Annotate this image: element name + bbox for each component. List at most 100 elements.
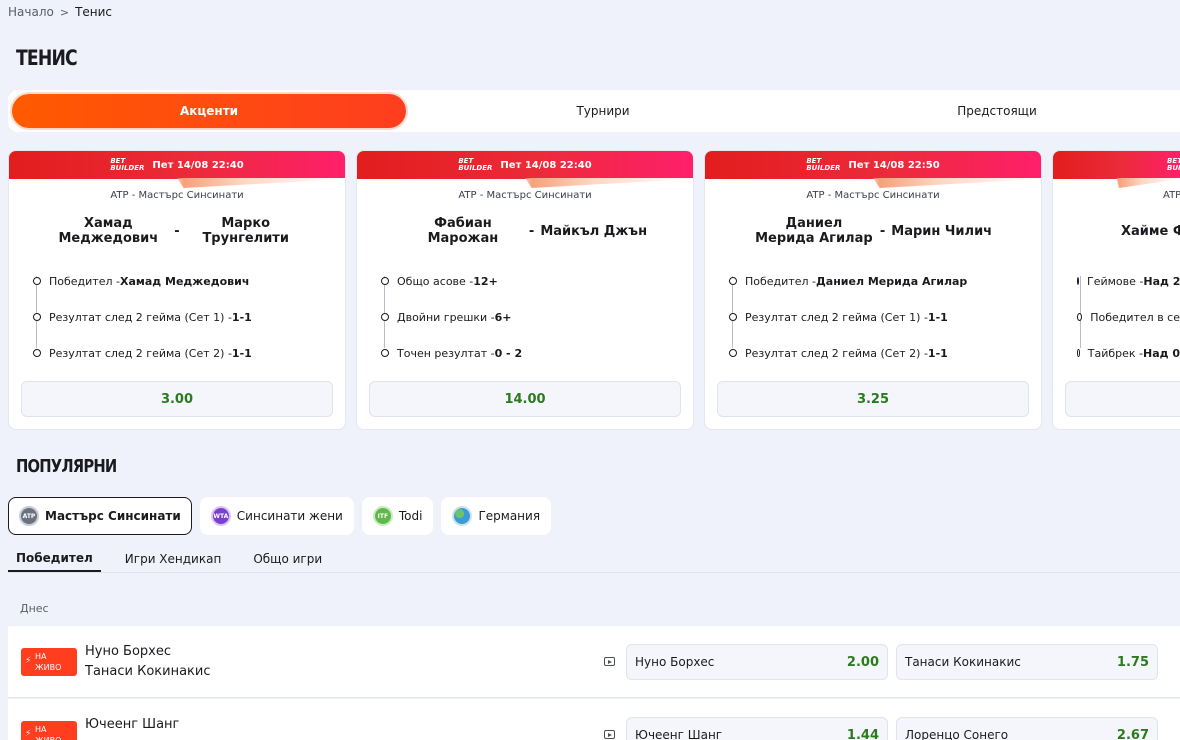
card-league: ATP - Мастърс Синсинати — [110, 190, 244, 201]
player-1: Хайме Ф — [1121, 223, 1180, 239]
card-players: Даниел Мерида Агилар - Марин Чилич — [705, 209, 1041, 253]
card-odd-button[interactable]: 3.25 — [717, 381, 1029, 417]
betbuilder-card[interactable]: BET BUILDER Пет 14/08 22:50 ATP - Мастър… — [704, 150, 1042, 430]
tab-total-games[interactable]: Общо игри — [245, 546, 330, 572]
chip-todi[interactable]: ITF Todi — [361, 497, 434, 535]
betbuilder-card[interactable]: BET BUILDER Пет 14/08 22:40 ATP - Мастър… — [356, 150, 694, 430]
leg-dot-icon — [1077, 349, 1080, 357]
bet-leg: Резултат след 2 гейма (Сет 2) - 1-1 — [33, 335, 345, 371]
card-players: Фабиан Марожан - Майкъл Джън — [357, 209, 693, 253]
live-stream-icon[interactable] — [604, 657, 615, 666]
live-label: НА ЖИВО — [35, 725, 61, 740]
tab-highlights[interactable]: Акценти — [12, 94, 406, 128]
leg-market: Точен резултат - — [397, 346, 495, 360]
card-date: Пет 14/08 22:40 — [152, 159, 244, 171]
bet-legs: Геймове - Над 2 Победител в се Тайбрек -… — [1077, 263, 1180, 371]
players-separator: - — [174, 223, 180, 239]
odd-value: 1.44 — [846, 727, 879, 740]
leg-dot-icon — [1077, 313, 1083, 321]
leg-value: 1-1 — [927, 310, 948, 324]
leg-dot-icon — [33, 277, 41, 285]
bet-leg: Двойни грешки - 6+ — [381, 299, 693, 335]
player-1: Фабиан Марожан — [427, 216, 499, 246]
team-1: Ючеенг Шанг — [85, 717, 180, 732]
leg-market: Резултат след 2 гейма (Сет 1) - — [49, 310, 232, 324]
card-odd-button[interactable] — [1065, 381, 1180, 417]
player-2: Марко Трунгелити — [202, 216, 289, 246]
tab-games-handicap[interactable]: Игри Хендикап — [117, 546, 230, 572]
card-odd-button[interactable]: 3.00 — [21, 381, 333, 417]
chip-cincinnati-women[interactable]: WTA Синсинати жени — [199, 497, 354, 535]
bet-leg: Точен резултат - 0 - 2 — [381, 335, 693, 371]
leg-market: Победител - — [745, 274, 816, 288]
leg-market: Резултат след 2 гейма (Сет 1) - — [745, 310, 928, 324]
event-row[interactable]: ⚡ НА ЖИВО Ючеенг Шанг Ючеенг Шанг 1.44 Л… — [8, 699, 1180, 740]
bet-legs: Победител - Даниел Мерида Агилар Резулта… — [729, 263, 1041, 371]
tab-upcoming[interactable]: Предстоящи — [800, 94, 1180, 128]
globe-icon — [452, 506, 473, 526]
betbuilder-card-partial[interactable]: BET BUILDER ATP Хайме Ф Геймове - Над 2 … — [1052, 150, 1180, 430]
bet-builder-logo: BET BUILDER — [806, 157, 841, 172]
players-separator: - — [528, 223, 535, 239]
leg-dot-icon — [33, 313, 41, 321]
bet-leg: Победител в се — [1077, 299, 1180, 335]
leg-value: Хамад Меджедович — [119, 274, 250, 288]
card-league: ATP - Мастърс Синсинати — [806, 190, 940, 201]
breadcrumb: Начало > Тенис — [8, 5, 112, 19]
tab-winner[interactable]: Победител — [8, 546, 101, 572]
odd-label: Танаси Кокинакис — [905, 655, 1021, 669]
atp-logo-icon: ATP — [19, 506, 39, 526]
chip-germany[interactable]: Германия — [441, 497, 552, 535]
card-header: BET BUILDER Пет 14/08 22:50 — [705, 151, 1041, 179]
odd-button-away[interactable]: Танаси Кокинакис 1.75 — [896, 644, 1158, 680]
live-stream-icon[interactable] — [604, 730, 615, 739]
leg-value: Даниел Мерида Агилар — [815, 274, 968, 288]
bet-leg: Геймове - Над 2 — [1077, 263, 1180, 299]
leg-value: Над 0 — [1143, 346, 1180, 360]
breadcrumb-home[interactable]: Начало — [8, 5, 54, 19]
sport-tabs: Акценти Турнири Предстоящи — [8, 90, 1180, 132]
leg-dot-icon — [381, 277, 389, 285]
leg-dot-icon — [729, 313, 737, 321]
bet-legs: Общо асове - 12+ Двойни грешки - 6+ Точе… — [381, 263, 693, 371]
leg-value: 1-1 — [231, 310, 252, 324]
bet-leg: Тайбрек - Над 0 — [1077, 335, 1180, 371]
leg-market: Победител - — [49, 274, 120, 288]
card-date: Пет 14/08 22:40 — [500, 159, 592, 171]
bolt-icon: ⚡ — [25, 656, 32, 666]
chip-masters-cincinnati[interactable]: ATP Мастърс Синсинати — [8, 497, 192, 535]
card-date: Пет 14/08 22:50 — [848, 159, 940, 171]
bolt-icon: ⚡ — [25, 729, 32, 739]
divider — [8, 572, 1180, 573]
odd-button-away[interactable]: Лоренцо Сонего 2.67 — [896, 717, 1158, 740]
leg-dot-icon — [1077, 277, 1079, 285]
card-header: BET BUILDER Пет 14/08 22:40 — [357, 151, 693, 179]
leg-market: Победител в се — [1090, 310, 1180, 324]
bet-leg: Победител - Хамад Меджедович — [33, 263, 345, 299]
odd-button-home[interactable]: Ючеенг Шанг 1.44 — [626, 717, 888, 740]
leg-market: Двойни грешки - — [397, 310, 495, 324]
wta-logo-icon: WTA — [210, 506, 231, 526]
odd-value: 2.67 — [1116, 727, 1149, 740]
card-odd-button[interactable]: 14.00 — [369, 381, 681, 417]
bet-leg: Резултат след 2 гейма (Сет 2) - 1-1 — [729, 335, 1041, 371]
tab-tournaments[interactable]: Турнири — [406, 94, 800, 128]
player-2: Майкъл Джън — [540, 223, 648, 239]
card-league: ATP - Мастърс Синсинати — [458, 190, 592, 201]
leg-value: 6+ — [494, 310, 512, 324]
tournament-chips: ATP Мастърс Синсинати WTA Синсинати жени… — [8, 497, 552, 535]
leg-dot-icon — [729, 349, 737, 357]
day-label: Днес — [20, 602, 49, 615]
betbuilder-card[interactable]: BET BUILDER Пет 14/08 22:40 ATP - Мастър… — [8, 150, 346, 430]
event-row[interactable]: ⚡ НА ЖИВО Нуно Борхес Танаси Кокинакис Н… — [8, 626, 1180, 698]
bet-leg: Резултат след 2 гейма (Сет 1) - 1-1 — [729, 299, 1041, 335]
chip-label: Синсинати жени — [236, 509, 343, 523]
odd-button-home[interactable]: Нуно Борхес 2.00 — [626, 644, 888, 680]
leg-market: Резултат след 2 гейма (Сет 2) - — [49, 346, 232, 360]
bet-builder-logo: BET BUILDER — [458, 157, 493, 172]
bet-builder-logo: BET BUILDER — [110, 157, 145, 172]
page-title: ТЕНИС — [16, 46, 78, 70]
odd-value: 1.75 — [1116, 654, 1149, 670]
leg-market: Общо асове - — [397, 274, 474, 288]
bet-leg: Резултат след 2 гейма (Сет 1) - 1-1 — [33, 299, 345, 335]
